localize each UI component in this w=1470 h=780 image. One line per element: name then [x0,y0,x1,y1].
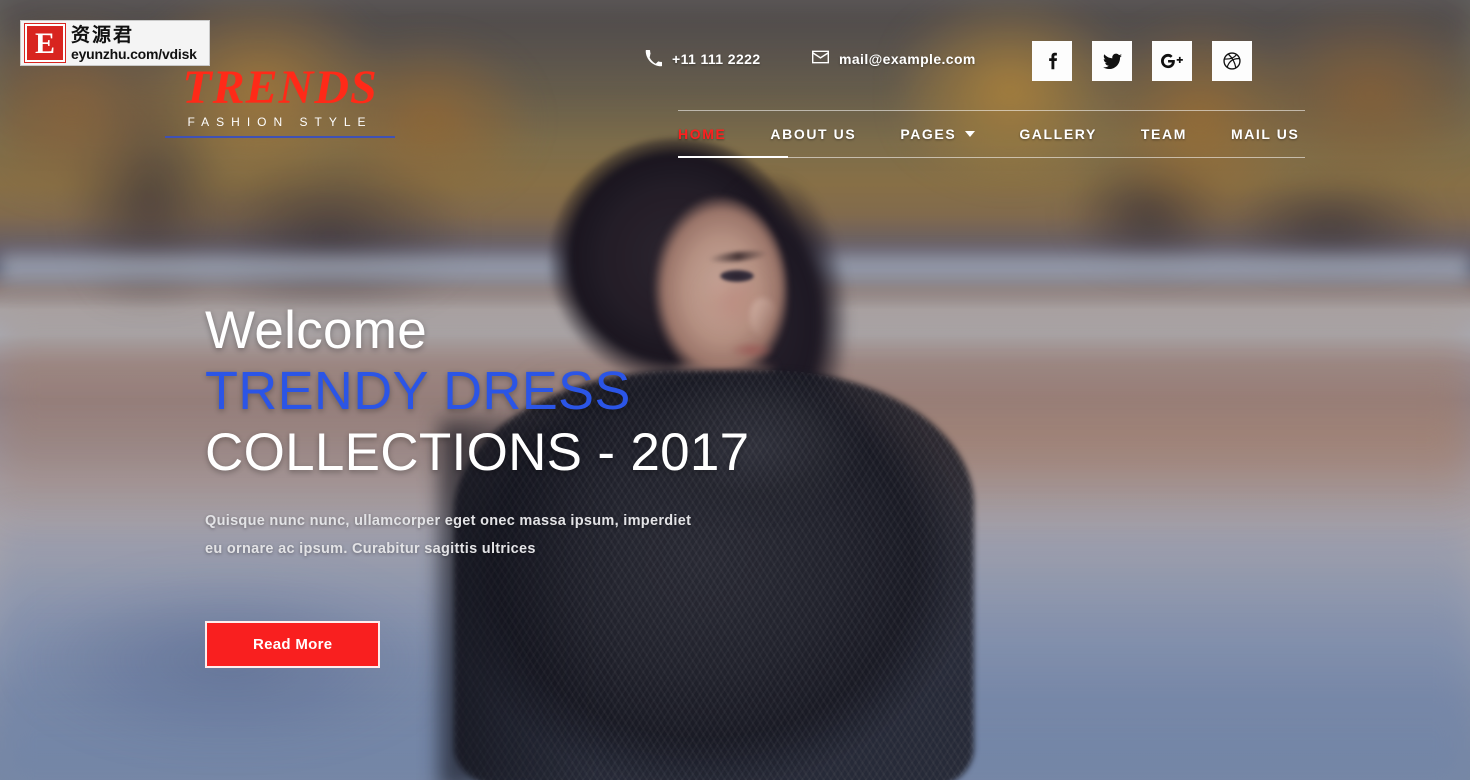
nav-item-team[interactable]: TEAM [1119,126,1209,142]
twitter-icon[interactable] [1092,41,1132,81]
nav-item-gallery[interactable]: GALLERY [997,126,1119,142]
social-links [1032,41,1252,81]
contact-email-text: mail@example.com [839,50,976,67]
nav-item-label: HOME [678,126,727,142]
dribbble-icon[interactable] [1212,41,1252,81]
site-header: TRENDS FASHION STYLE +11 111 2222 mail@e… [0,0,1470,780]
facebook-icon[interactable] [1032,41,1072,81]
watermark-logo-letter: E [24,23,66,63]
watermark-badge: E 资源君 eyunzhu.com/vdisk [20,20,210,66]
nav-item-label: MAIL US [1230,126,1300,142]
watermark-text: 资源君 eyunzhu.com/vdisk [71,23,197,62]
nav-item-label: GALLERY [1019,126,1097,142]
nav-item-label: ABOUT US [770,126,857,142]
nav-divider-bottom [678,156,1305,158]
nav-item-label: TEAM [1140,126,1187,142]
logo-title: TRENDS [182,61,378,114]
envelope-icon [812,50,829,67]
logo-subtitle: FASHION STYLE [165,115,395,138]
site-logo[interactable]: TRENDS FASHION STYLE [165,62,395,138]
watermark-url: eyunzhu.com/vdisk [71,45,197,62]
contact-phone[interactable]: +11 111 2222 [645,50,761,67]
chevron-down-icon [965,131,976,137]
nav-item-about-us[interactable]: ABOUT US [748,126,878,142]
contact-email[interactable]: mail@example.com [812,50,976,67]
contact-phone-text: +11 111 2222 [672,50,761,67]
main-navigation: HOME ABOUT US PAGES GALLERY TEAM MAIL US [678,110,1305,158]
nav-item-mail-us[interactable]: MAIL US [1209,126,1322,142]
nav-item-pages[interactable]: PAGES [878,126,997,142]
watermark-brand-name: 资源君 [71,23,135,46]
nav-items: HOME ABOUT US PAGES GALLERY TEAM MAIL US [678,111,1305,157]
nav-item-label: PAGES [900,126,957,142]
phone-icon [645,50,663,67]
nav-item-home[interactable]: HOME [678,126,748,142]
google-plus-icon[interactable] [1152,41,1192,81]
